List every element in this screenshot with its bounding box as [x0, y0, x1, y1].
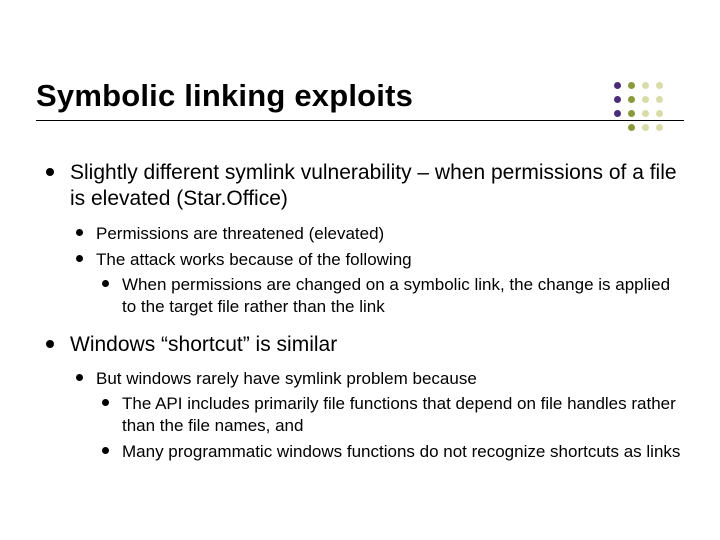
content-area: Slightly different symlink vulnerability… — [40, 160, 684, 478]
bullet-text: Many programmatic windows functions do n… — [122, 442, 680, 461]
bullet-text: When permissions are changed on a symbol… — [122, 275, 670, 316]
bullet-text: But windows rarely have symlink problem … — [96, 369, 477, 388]
bullet-lvl2: But windows rarely have symlink problem … — [70, 368, 684, 463]
bullet-text: Permissions are threatened (elevated) — [96, 224, 384, 243]
bullet-text: Slightly different symlink vulnerability… — [70, 161, 677, 210]
bullet-lvl3: When permissions are changed on a symbol… — [96, 274, 684, 318]
bullet-lvl3: The API includes primarily file function… — [96, 393, 684, 437]
decorative-dots — [572, 82, 692, 142]
bullet-lvl1: Slightly different symlink vulnerability… — [40, 160, 684, 318]
bullet-lvl2: The attack works because of the followin… — [70, 249, 684, 318]
bullet-text: The API includes primarily file function… — [122, 394, 676, 435]
bullet-lvl1: Windows “shortcut” is similar But window… — [40, 332, 684, 464]
bullet-text: Windows “shortcut” is similar — [70, 333, 337, 356]
bullet-text: The attack works because of the followin… — [96, 250, 412, 269]
bullet-lvl2: Permissions are threatened (elevated) — [70, 223, 684, 245]
bullet-lvl3: Many programmatic windows functions do n… — [96, 441, 684, 463]
